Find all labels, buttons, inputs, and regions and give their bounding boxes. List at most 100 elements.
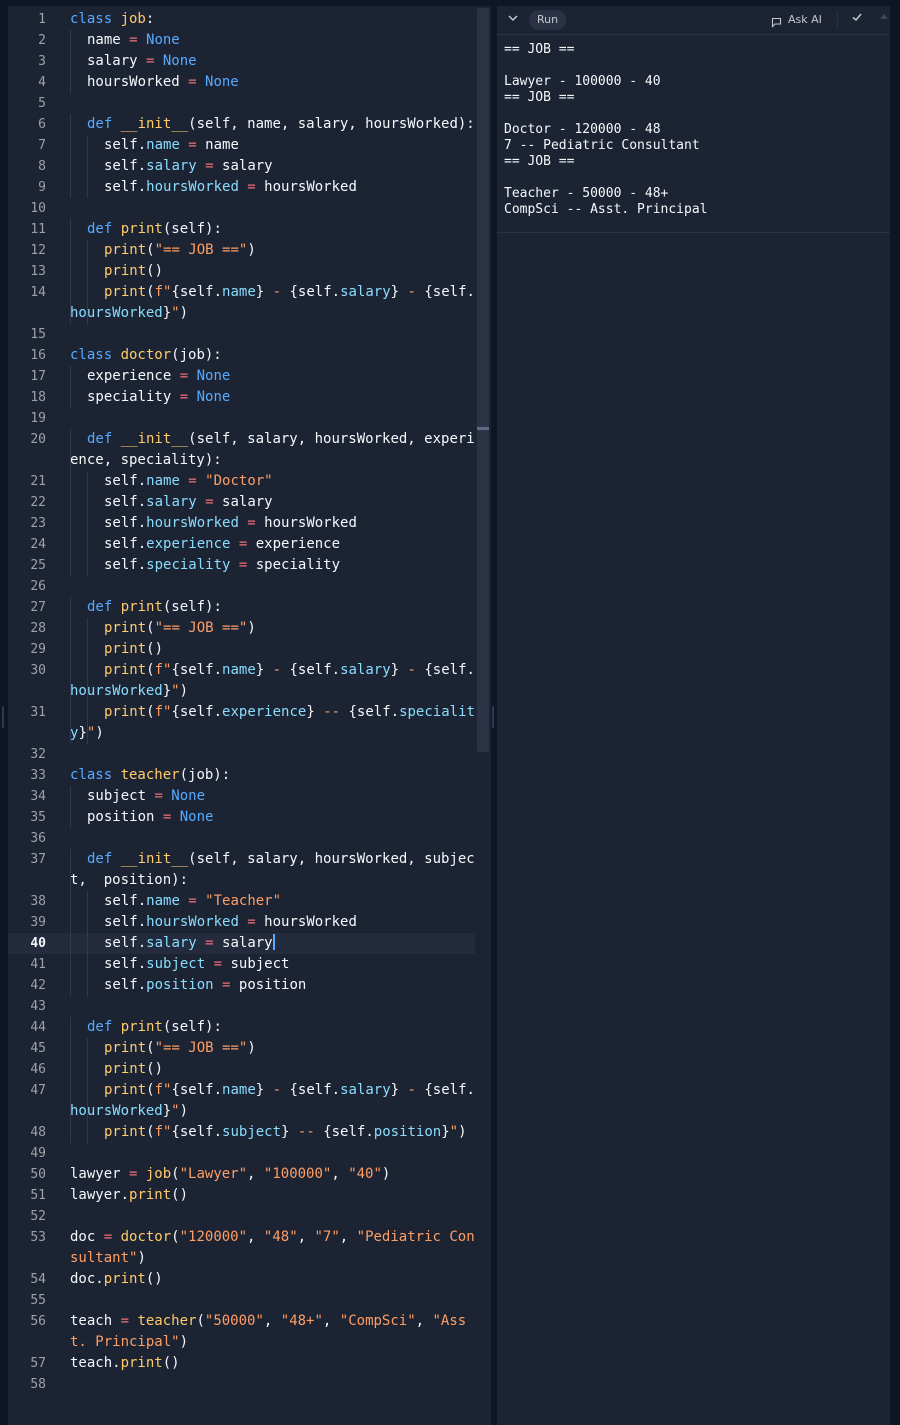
code-line[interactable]: 18 speciality = None	[8, 387, 483, 408]
code-line[interactable]: 58	[8, 1374, 483, 1395]
code-line[interactable]: 29 print()	[8, 639, 483, 660]
code-line[interactable]: 21 self.name = "Doctor"	[8, 471, 483, 492]
code-token: speciality	[146, 557, 231, 573]
code-editor[interactable]: 1 class job: 2 name = None 3 salary = None 4 ho…	[8, 6, 491, 1425]
code-token: position	[87, 809, 163, 825]
code-line[interactable]: 20 def __init__(self, salary, hoursWorked…	[8, 429, 483, 471]
code-line[interactable]: 42 self.position = position	[8, 975, 483, 996]
code-line[interactable]: 47 print(f"{self.name} - {self.salary} - …	[8, 1080, 483, 1122]
code-line[interactable]: 56 teach = teacher("50000", "48+", "CompS…	[8, 1311, 483, 1353]
code-line[interactable]: 50 lawyer = job("Lawyer", "100000", "40")	[8, 1164, 483, 1185]
code-text: print()	[46, 639, 483, 660]
line-number: 4	[38, 75, 46, 90]
scroll-up-arrow-icon[interactable]	[880, 14, 888, 19]
code-token: --	[314, 704, 349, 720]
code-line[interactable]: 7 self.name = name	[8, 135, 483, 156]
code-line[interactable]: 5	[8, 93, 483, 114]
code-line[interactable]: 9 self.hoursWorked = hoursWorked	[8, 177, 483, 198]
code-line[interactable]: 53 doc = doctor("120000", "48", "7", "Ped…	[8, 1227, 483, 1269]
code-line[interactable]: 46 print()	[8, 1059, 483, 1080]
code-text: self.hoursWorked = hoursWorked	[46, 177, 483, 198]
code-line[interactable]: 48 print(f"{self.subject} -- {self.positi…	[8, 1122, 483, 1143]
ask-ai-button[interactable]: Ask AI	[771, 10, 822, 30]
code-line[interactable]: 51 lawyer.print()	[8, 1185, 483, 1206]
code-line[interactable]: 52	[8, 1206, 483, 1227]
code-token: print	[104, 620, 147, 636]
code-line[interactable]: 6 def __init__(self, name, salary, hoursW…	[8, 114, 483, 135]
pane-resize-handle[interactable]	[492, 706, 494, 728]
code-line[interactable]: 16 class doctor(job):	[8, 345, 483, 366]
run-button[interactable]: Run	[529, 10, 567, 30]
code-line[interactable]: 17 experience = None	[8, 366, 483, 387]
line-number: 46	[30, 1062, 46, 1077]
code-line[interactable]: 55	[8, 1290, 483, 1311]
code-token: hoursWorked	[264, 515, 357, 531]
code-line[interactable]: 23 self.hoursWorked = hoursWorked	[8, 513, 483, 534]
code-line[interactable]: 39 self.hoursWorked = hoursWorked	[8, 912, 483, 933]
code-line[interactable]: 25 self.speciality = speciality	[8, 555, 483, 576]
line-number: 8	[38, 159, 46, 174]
indent-guide	[70, 1080, 71, 1122]
code-line[interactable]: 28 print("== JOB ==")	[8, 618, 483, 639]
code-line[interactable]: 35 position = None	[8, 807, 483, 828]
code-line[interactable]: 14 print(f"{self.name} - {self.salary} - …	[8, 282, 483, 324]
code-line[interactable]: 45 print("== JOB ==")	[8, 1038, 483, 1059]
code-line[interactable]: 1 class job:	[8, 9, 483, 30]
code-line[interactable]: 27 def print(self):	[8, 597, 483, 618]
code-token: (self):	[162, 221, 222, 237]
code-line[interactable]: 19	[8, 408, 483, 429]
code-line[interactable]: 40 self.salary = salary	[8, 933, 483, 954]
code-token: print	[103, 1271, 146, 1287]
code-line[interactable]: 36	[8, 828, 483, 849]
code-line[interactable]: 8 self.salary = salary	[8, 156, 483, 177]
editor-scrollbar[interactable]	[475, 6, 491, 1425]
code-line[interactable]: 43	[8, 996, 483, 1017]
code-line[interactable]: 30 print(f"{self.name} - {self.salary} - …	[8, 660, 483, 702]
console-scrollbar[interactable]	[890, 6, 900, 1425]
code-line[interactable]: 41 self.subject = subject	[8, 954, 483, 975]
code-line[interactable]: 11 def print(self):	[8, 219, 483, 240]
indent-guide	[87, 954, 88, 975]
code-token: "50000"	[204, 1313, 264, 1329]
code-line[interactable]: 32	[8, 744, 483, 765]
code-line[interactable]: 12 print("== JOB ==")	[8, 240, 483, 261]
code-token: subject	[146, 956, 206, 972]
code-line[interactable]: 26	[8, 576, 483, 597]
code-line[interactable]: 44 def print(self):	[8, 1017, 483, 1038]
code-line[interactable]: 57 teach.print()	[8, 1353, 483, 1374]
code-token: {self.	[171, 662, 223, 678]
code-line[interactable]: 10	[8, 198, 483, 219]
code-line[interactable]: 15	[8, 324, 483, 345]
indent-guide	[70, 618, 71, 639]
chevron-down-icon[interactable]	[503, 10, 523, 30]
code-line[interactable]: 3 salary = None	[8, 51, 483, 72]
code-line[interactable]: 33 class teacher(job):	[8, 765, 483, 786]
check-icon[interactable]	[847, 10, 867, 30]
code-line[interactable]: 37 def __init__(self, salary, hoursWorked…	[8, 849, 483, 891]
code-token: }	[162, 1103, 172, 1119]
code-line[interactable]: 24 self.experience = experience	[8, 534, 483, 555]
code-line[interactable]: 2 name = None	[8, 30, 483, 51]
code-token: {self.	[424, 662, 475, 678]
code-line[interactable]: 31 print(f"{self.experience} -- {self.spe…	[8, 702, 483, 744]
editor-scrollbar-thumb[interactable]	[477, 8, 489, 752]
console-output-line: Teacher - 50000 - 48+	[504, 186, 669, 201]
code-line[interactable]: 38 self.name = "Teacher"	[8, 891, 483, 912]
code-text: self.hoursWorked = hoursWorked	[46, 912, 483, 933]
code-lines[interactable]: 1 class job: 2 name = None 3 salary = None 4 ho…	[8, 9, 483, 1395]
line-number: 48	[30, 1125, 46, 1140]
code-line[interactable]: 22 self.salary = salary	[8, 492, 483, 513]
code-line[interactable]: 54 doc.print()	[8, 1269, 483, 1290]
console-output: == JOB == Lawyer - 100000 - 40 == JOB == Do…	[504, 42, 884, 218]
indent-guide	[70, 1059, 71, 1080]
code-line[interactable]: 34 subject = None	[8, 786, 483, 807]
code-line[interactable]: 49	[8, 1143, 483, 1164]
code-line[interactable]: 4 hoursWorked = None	[8, 72, 483, 93]
code-token: None	[162, 788, 206, 804]
code-line[interactable]: 13 print()	[8, 261, 483, 282]
code-token: "	[449, 1124, 459, 1140]
code-token: __init__	[120, 116, 189, 132]
left-resize-handle[interactable]	[2, 706, 4, 728]
